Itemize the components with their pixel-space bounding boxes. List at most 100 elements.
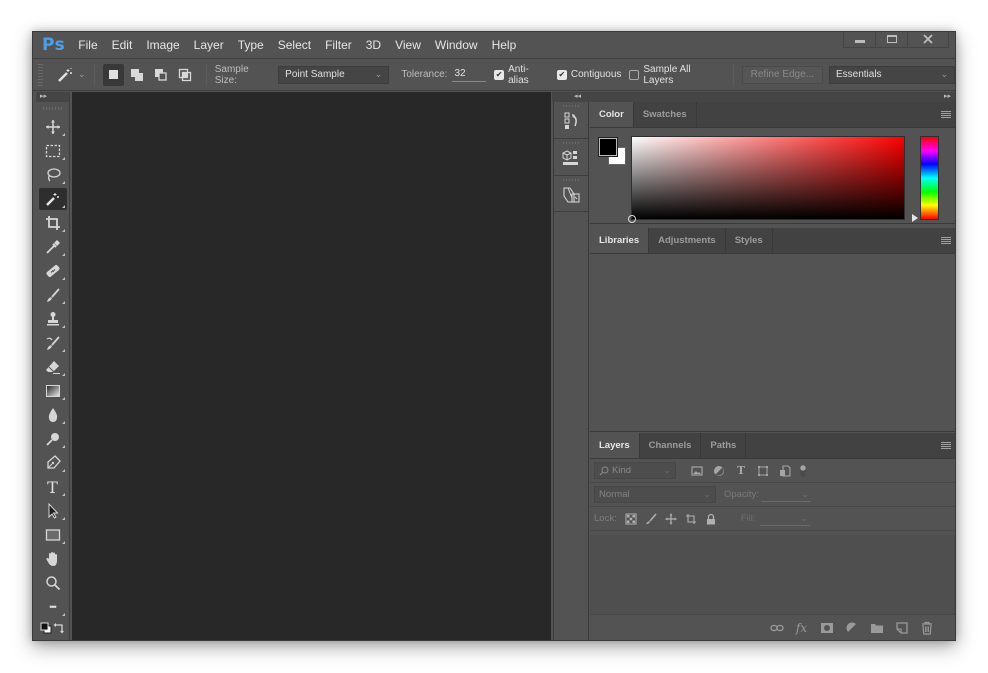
tab-styles[interactable]: Styles xyxy=(726,228,773,253)
magic-wand-tool[interactable] xyxy=(38,188,67,210)
sample-all-layers-checkbox[interactable]: Sample All Layers xyxy=(629,64,722,86)
tab-color[interactable]: Color xyxy=(590,102,634,127)
link-layers-button[interactable] xyxy=(764,621,789,635)
shape-layer-filter-button[interactable] xyxy=(752,465,774,477)
panel-menu-icon[interactable] xyxy=(941,111,951,119)
tolerance-input[interactable]: 32 xyxy=(452,68,487,82)
color-picker-cursor[interactable] xyxy=(628,215,636,223)
document-canvas-area[interactable] xyxy=(72,92,551,640)
panel-grip[interactable] xyxy=(563,179,579,181)
new-group-button[interactable] xyxy=(864,621,889,635)
tab-adjustments[interactable]: Adjustments xyxy=(649,228,726,253)
opacity-input[interactable]: ⌄ xyxy=(760,488,811,502)
blur-tool[interactable] xyxy=(39,404,67,426)
history-panel-button[interactable] xyxy=(554,102,588,139)
hue-slider[interactable] xyxy=(920,136,939,220)
lock-image-pixels-button[interactable] xyxy=(641,513,661,525)
tab-channels[interactable]: Channels xyxy=(640,433,702,458)
hue-slider-handle[interactable] xyxy=(912,214,918,222)
new-adjustment-layer-button[interactable] xyxy=(839,621,864,635)
blend-mode-dropdown[interactable]: Normal ⌄ xyxy=(594,486,716,503)
tab-paths[interactable]: Paths xyxy=(701,433,747,458)
adjustment-layer-filter-button[interactable] xyxy=(708,465,730,477)
panel-menu-icon[interactable] xyxy=(941,237,951,245)
toolbar-grip[interactable] xyxy=(42,107,63,110)
menu-view[interactable]: View xyxy=(395,38,421,52)
crop-tool[interactable] xyxy=(39,212,67,234)
tool-preset-picker[interactable]: ⌄ xyxy=(57,67,86,83)
kind-filter-dropdown[interactable]: Kind ⌄ xyxy=(594,462,676,479)
panel-menu-icon[interactable] xyxy=(941,442,951,450)
lock-position-button[interactable] xyxy=(661,513,681,525)
gradient-tool[interactable] xyxy=(39,380,67,402)
history-brush-tool[interactable] xyxy=(39,332,67,354)
move-tool[interactable] xyxy=(39,116,67,138)
clone-stamp-tool[interactable] xyxy=(39,308,67,330)
add-layer-style-button[interactable]: fx xyxy=(789,621,814,635)
delete-layer-button[interactable] xyxy=(914,621,939,635)
foreground-color-swatch[interactable] xyxy=(599,138,617,156)
menu-window[interactable]: Window xyxy=(435,38,478,52)
tab-libraries[interactable]: Libraries xyxy=(590,228,650,253)
fill-input[interactable]: ⌄ xyxy=(759,512,810,526)
menu-filter[interactable]: Filter xyxy=(325,38,352,52)
new-selection-button[interactable] xyxy=(102,63,125,86)
menu-3d[interactable]: 3D xyxy=(366,38,381,52)
close-button[interactable] xyxy=(908,31,948,47)
pen-tool[interactable] xyxy=(39,452,67,474)
type-layer-filter-button[interactable]: T xyxy=(730,464,752,477)
marquee-tool[interactable] xyxy=(39,140,67,162)
dodge-tool[interactable] xyxy=(39,428,67,450)
anti-alias-checkbox[interactable]: ✔ Anti-alias xyxy=(494,64,549,86)
edit-toolbar-button[interactable]: ••• xyxy=(39,596,67,618)
menu-type[interactable]: Type xyxy=(238,38,264,52)
panel-grip[interactable] xyxy=(563,105,579,107)
properties-panel-button[interactable] xyxy=(554,139,588,176)
menu-layer[interactable]: Layer xyxy=(194,38,224,52)
tab-layers[interactable]: Layers xyxy=(590,433,640,458)
lock-transparent-pixels-button[interactable] xyxy=(621,513,641,525)
path-selection-tool[interactable] xyxy=(39,500,67,522)
lock-artboard-button[interactable] xyxy=(681,513,701,525)
tab-swatches[interactable]: Swatches xyxy=(634,102,697,127)
add-mask-button[interactable] xyxy=(814,621,839,635)
rectangle-tool[interactable] xyxy=(39,524,67,546)
pixel-layer-filter-button[interactable] xyxy=(686,465,708,477)
menu-help[interactable]: Help xyxy=(492,38,517,52)
add-to-selection-button[interactable] xyxy=(126,64,148,86)
maximize-button[interactable] xyxy=(876,31,908,47)
subtract-from-selection-button[interactable] xyxy=(150,64,172,86)
layers-list[interactable] xyxy=(590,535,955,615)
saturation-brightness-field[interactable] xyxy=(628,136,905,223)
contiguous-checkbox[interactable]: ✔ Contiguous xyxy=(556,69,621,80)
expand-panels-button[interactable]: ▸▸ xyxy=(944,92,951,102)
minimize-button[interactable] xyxy=(844,31,876,47)
filter-toggle-button[interactable] xyxy=(796,464,810,478)
intersect-with-selection-button[interactable] xyxy=(174,64,196,86)
lasso-tool[interactable] xyxy=(39,164,67,186)
smart-object-filter-button[interactable] xyxy=(774,464,796,477)
menu-select[interactable]: Select xyxy=(278,38,311,52)
brush-tool[interactable] xyxy=(39,284,67,306)
options-bar-grip[interactable] xyxy=(38,63,43,86)
collapse-dock-button[interactable]: ◂◂ xyxy=(574,92,581,102)
sample-size-dropdown[interactable]: Point Sample ⌄ xyxy=(278,65,390,84)
menu-edit[interactable]: Edit xyxy=(112,38,133,52)
default-colors-icon[interactable] xyxy=(40,622,52,634)
menu-file[interactable]: File xyxy=(78,38,97,52)
new-layer-button[interactable] xyxy=(889,621,914,635)
type-tool[interactable]: T xyxy=(39,476,67,498)
swap-colors-icon[interactable] xyxy=(53,622,65,634)
healing-brush-tool[interactable] xyxy=(39,260,67,282)
lock-all-button[interactable] xyxy=(701,513,721,525)
eyedropper-tool[interactable] xyxy=(39,236,67,258)
workspace-dropdown[interactable]: Essentials ⌄ xyxy=(828,65,956,84)
eraser-tool[interactable] xyxy=(39,356,67,378)
menu-image[interactable]: Image xyxy=(146,38,179,52)
layer-comps-panel-button[interactable] xyxy=(554,176,588,212)
refine-edge-button[interactable]: Refine Edge... xyxy=(741,65,823,84)
panel-grip[interactable] xyxy=(563,142,579,144)
hand-tool[interactable] xyxy=(39,548,67,570)
zoom-tool[interactable] xyxy=(39,572,67,594)
toolbar-expand-button[interactable]: ▸▸ xyxy=(36,92,69,102)
